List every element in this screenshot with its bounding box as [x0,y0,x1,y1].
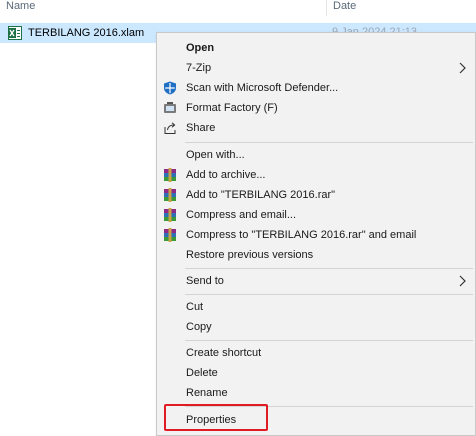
menu-item-label: Open with... [186,149,245,161]
winrar-icon [164,168,176,182]
menu-item-label: Add to archive... [186,169,266,181]
winrar-icon [164,208,176,222]
menu-item-send-to[interactable]: Send to [157,271,475,291]
menu-item-label: Copy [186,321,212,333]
highlight-box [164,404,268,431]
menu-item-label: Send to [186,275,224,287]
menu-item-add-archive[interactable]: Add to archive... [157,165,475,185]
menu-item-label: Open [186,42,215,54]
format-factory-icon [164,102,176,113]
menu-separator [185,340,473,341]
menu-item-label: Create shortcut [186,347,262,359]
chevron-right-icon [459,275,466,287]
menu-item-label: Share [186,122,216,134]
menu-item-label: Restore previous versions [186,249,314,261]
winrar-icon [164,188,176,202]
name-column-header[interactable]: Name [6,0,35,16]
menu-separator [185,268,473,269]
menu-separator [185,142,473,143]
column-header: Name Date [0,0,476,16]
menu-item-label: Scan with Microsoft Defender... [186,82,339,94]
winrar-icon [164,228,176,242]
menu-item-label: Format Factory (F) [186,102,278,114]
menu-item-add-rar[interactable]: Add to "TERBILANG 2016.rar" [157,185,475,205]
menu-item-7zip[interactable]: 7-Zip [157,58,475,78]
menu-item-label: Delete [186,367,218,379]
file-name: TERBILANG 2016.xlam [28,27,145,39]
menu-item-compress-email[interactable]: Compress and email... [157,205,475,225]
menu-item-restore-versions[interactable]: Restore previous versions [157,245,475,265]
menu-item-label: Add to "TERBILANG 2016.rar" [186,189,336,201]
shield-icon [164,81,176,95]
menu-item-copy[interactable]: Copy [157,317,475,337]
menu-item-label: Rename [186,387,228,399]
menu-item-open[interactable]: Open [157,38,475,58]
share-icon [164,122,176,134]
menu-item-open-with[interactable]: Open with... [157,145,475,165]
menu-item-share[interactable]: Share [157,118,475,138]
menu-item-label: Cut [186,301,204,313]
context-menu: Open 7-Zip Scan with Microsoft Defender.… [156,32,476,436]
menu-item-label: 7-Zip [186,62,212,74]
excel-addin-icon [8,26,22,40]
date-column-header[interactable]: Date [326,0,356,16]
menu-item-defender[interactable]: Scan with Microsoft Defender... [157,78,475,98]
menu-item-delete[interactable]: Delete [157,363,475,383]
menu-item-label: Compress to "TERBILANG 2016.rar" and ema… [186,229,417,241]
menu-item-compress-rar-email[interactable]: Compress to "TERBILANG 2016.rar" and ema… [157,225,475,245]
menu-separator [185,294,473,295]
menu-item-cut[interactable]: Cut [157,297,475,317]
menu-item-label: Compress and email... [186,209,297,221]
menu-item-format-factory[interactable]: Format Factory (F) [157,98,475,118]
menu-item-rename[interactable]: Rename [157,383,475,403]
menu-item-create-shortcut[interactable]: Create shortcut [157,343,475,363]
chevron-right-icon [459,62,466,74]
